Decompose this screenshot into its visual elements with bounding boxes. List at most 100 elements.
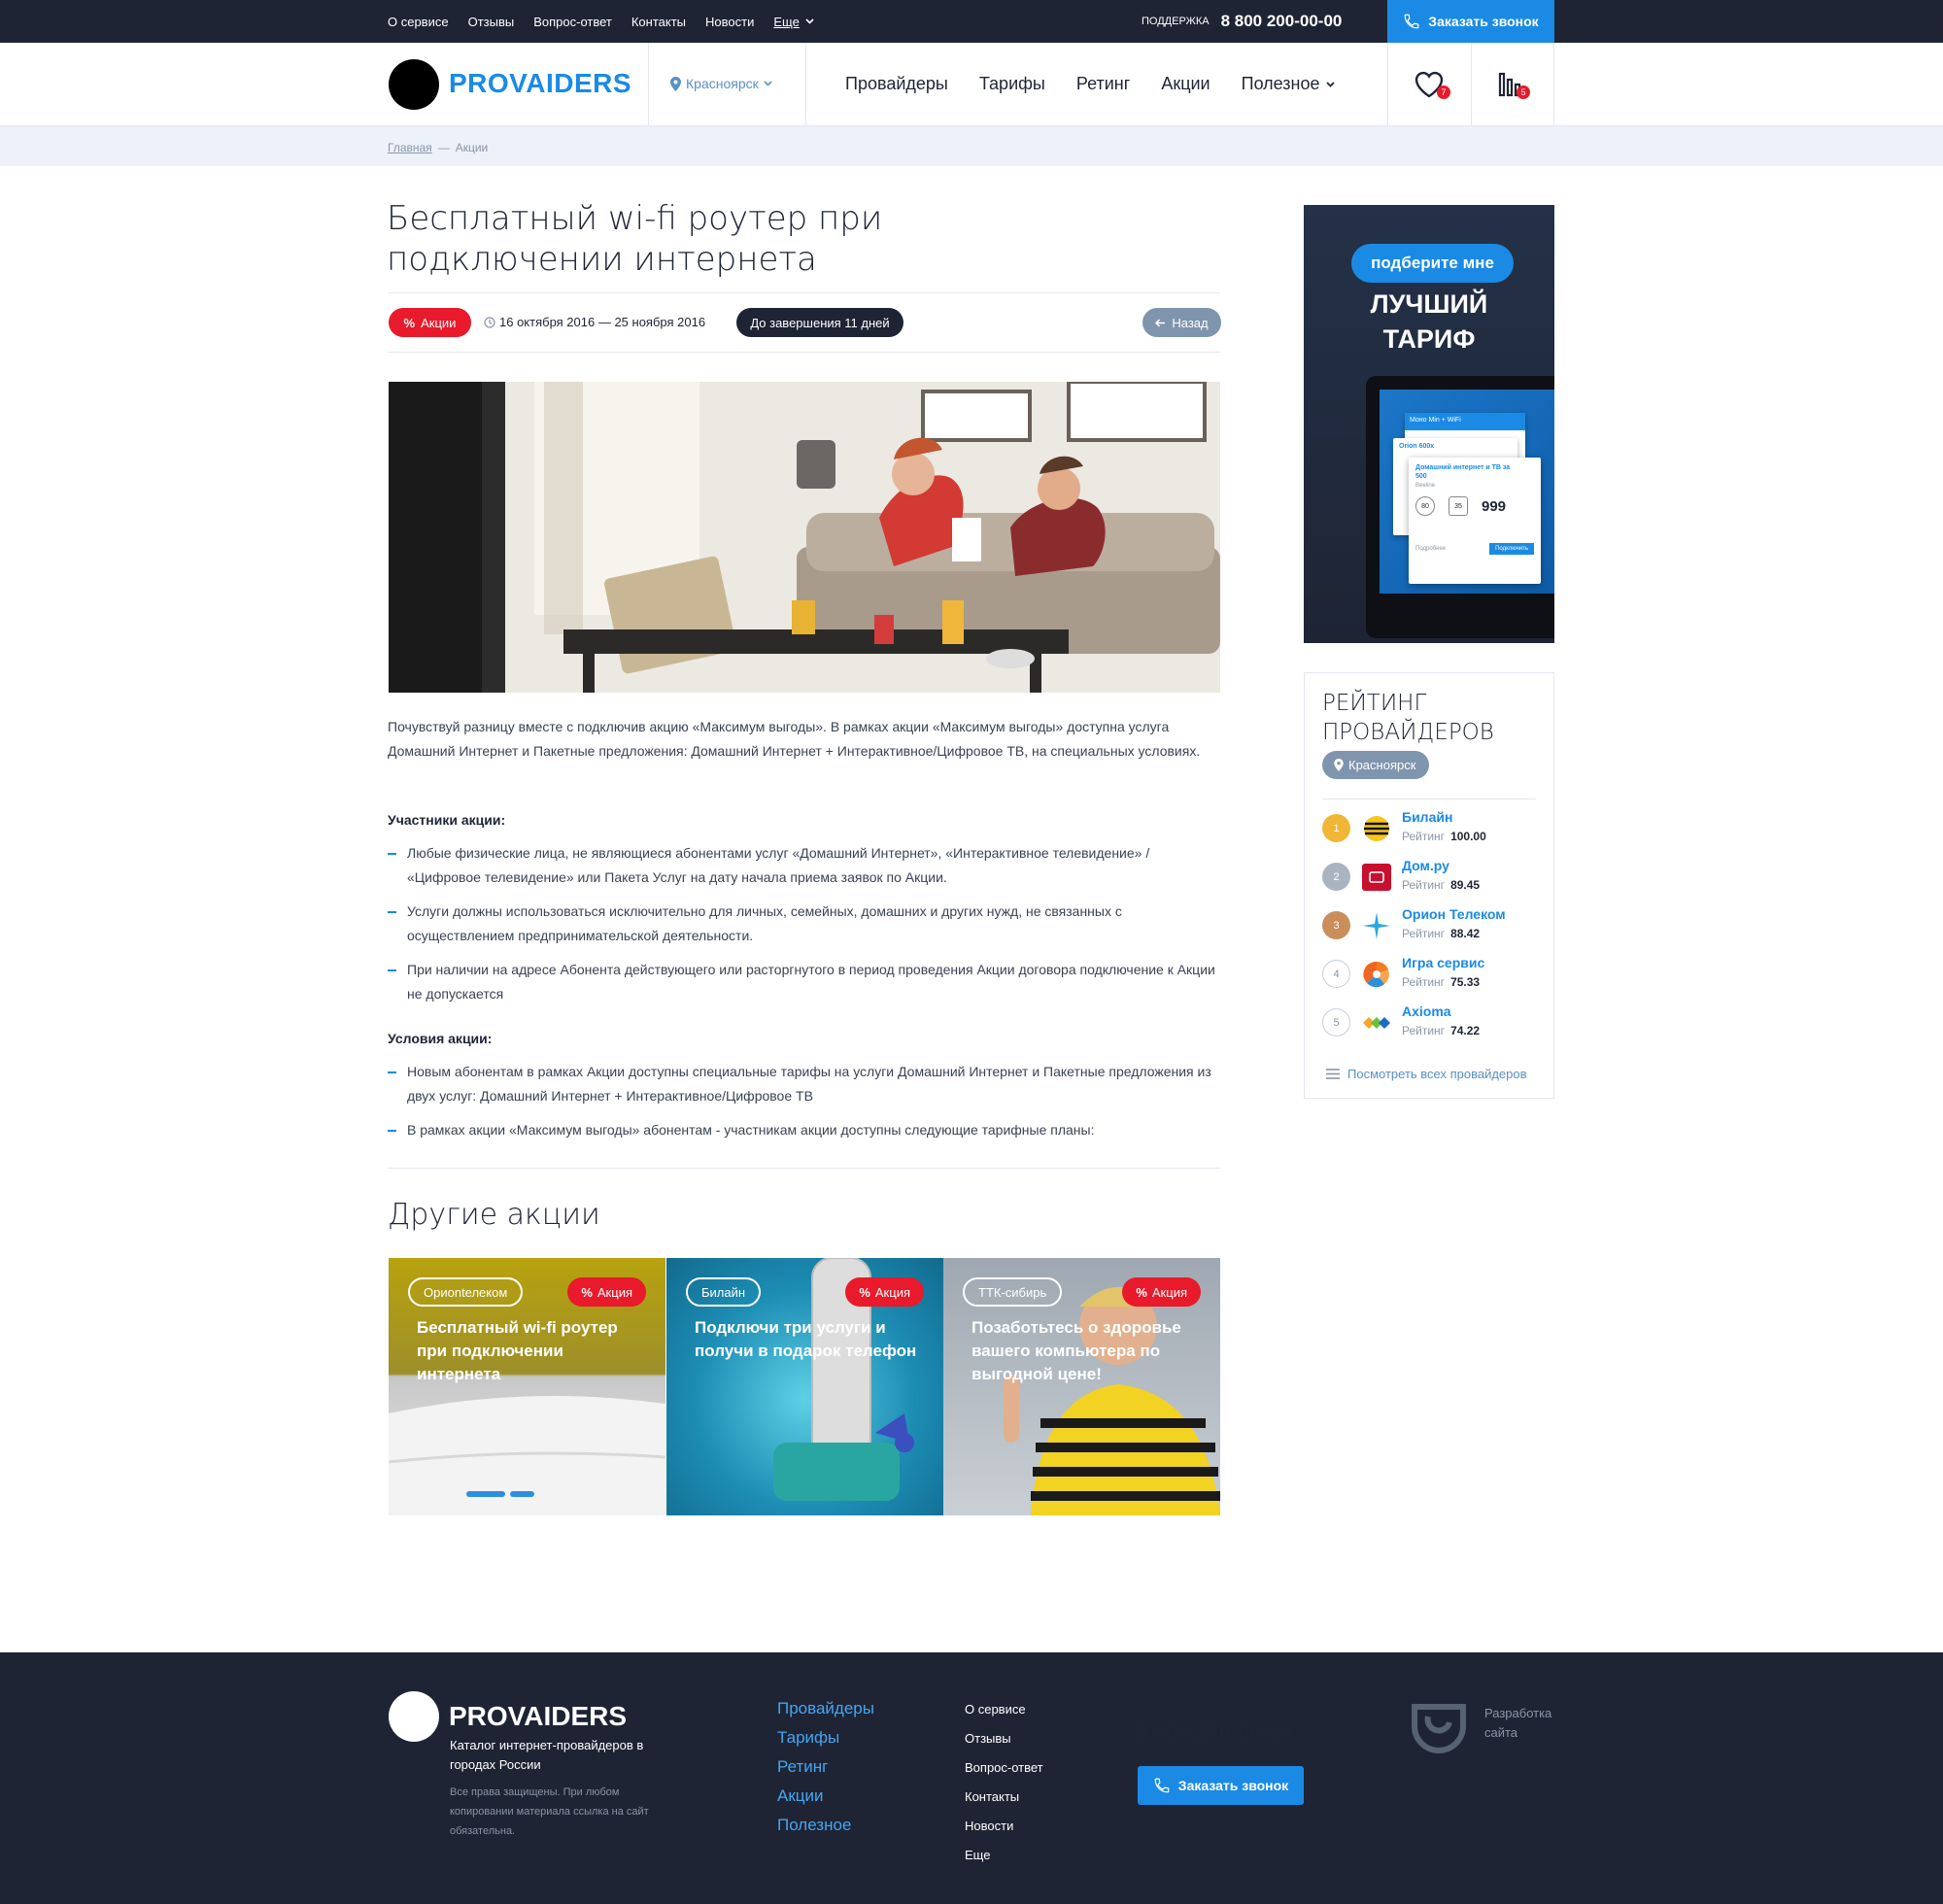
nav-promotions[interactable]: Акции	[1161, 74, 1210, 94]
logo-mark[interactable]	[389, 59, 439, 110]
percent-icon: %	[403, 315, 416, 330]
percent-icon: %	[859, 1284, 870, 1300]
domru-logo-icon	[1362, 864, 1391, 891]
footer-link-promotions[interactable]: Акции	[777, 1785, 874, 1807]
promo-card[interactable]: ТТК-сибирь % Акция Позаботьтесь о здоровь…	[943, 1258, 1220, 1515]
list-item: В рамках акции «Максимум выгоды» абонент…	[388, 1118, 1223, 1142]
rating-row[interactable]: 3 Орион Телеком Рейтинг 88.42	[1322, 903, 1536, 947]
nav-rating[interactable]: Ретинг	[1076, 74, 1130, 94]
category-tag-label: Акции	[421, 315, 457, 330]
promo-card[interactable]: Ориontелеком % Акция Бесплатный wi-fi роу…	[389, 1258, 665, 1515]
score-label: Рейтинг	[1402, 927, 1446, 940]
promo-hero-image	[389, 382, 1220, 693]
promo-card-tag: % Акция	[1122, 1277, 1201, 1307]
view-all-providers-link[interactable]: Посмотреть всех провайдеров	[1326, 1067, 1527, 1081]
promo-intro: Почувствуй разницу вместе с подключив ак…	[388, 719, 1201, 759]
provider-name[interactable]: Игра сервис	[1402, 955, 1484, 970]
laptop-mockup: Моно Min + WiFi Orion 600х Домашний инте…	[1366, 376, 1554, 638]
provider-name[interactable]: Орион Телеком	[1402, 906, 1506, 922]
promo-card-title: Бесплатный wi-fi роутер при подключении …	[417, 1318, 618, 1383]
list-item: Услуги должны использоваться исключитель…	[388, 900, 1223, 948]
rank-badge: 3	[1322, 911, 1350, 939]
provider-name[interactable]: Axioma	[1402, 1003, 1451, 1019]
banner-card-provider: Beeline	[1415, 483, 1436, 489]
nav-useful[interactable]: Полезное	[1242, 74, 1335, 94]
score-label: Рейтинг	[1402, 975, 1446, 989]
developer-logo-icon[interactable]	[1409, 1703, 1469, 1753]
top-link-news[interactable]: Новости	[705, 15, 754, 29]
rating-row[interactable]: 5 Axioma Рейтинг 74.22	[1322, 1001, 1536, 1044]
top-link-faq[interactable]: Вопрос-ответ	[533, 15, 612, 29]
rating-title-line: провайдеров	[1322, 720, 1494, 745]
breadcrumb-home[interactable]: Главная	[388, 141, 432, 154]
footer-link-reviews[interactable]: Отзывы	[965, 1730, 1043, 1747]
footer-link-faq[interactable]: Вопрос-ответ	[965, 1759, 1043, 1776]
footer-link-contacts[interactable]: Контакты	[965, 1788, 1043, 1805]
compare-button[interactable]: 5	[1497, 68, 1532, 103]
footer-link-more[interactable]: Еще	[965, 1847, 1043, 1863]
promo-card-tag: % Акция	[567, 1277, 646, 1307]
conditions-heading: Условия акции:	[388, 1031, 493, 1046]
city-selector[interactable]: Красноярск	[670, 76, 772, 91]
banner-pick-button[interactable]: подберите мне	[1351, 244, 1514, 283]
provider-score: Рейтинг 74.22	[1402, 1024, 1480, 1037]
rating-row[interactable]: 1 Билайн Рейтинг 100.00	[1322, 806, 1536, 850]
top-link-more[interactable]: Еще	[773, 15, 814, 29]
divider	[388, 1168, 1220, 1169]
banner-speed: 80	[1415, 496, 1435, 516]
rating-city-label: Красноярск	[1348, 758, 1416, 772]
back-button-label: Назад	[1172, 315, 1209, 330]
header-divider	[805, 43, 806, 126]
provider-score: Рейтинг 88.42	[1402, 927, 1480, 940]
footer-link-rating[interactable]: Ретинг	[777, 1756, 874, 1778]
promo-card-provider: Билайн	[686, 1277, 762, 1307]
footer-link-useful[interactable]: Полезное	[777, 1815, 874, 1836]
banner-price: 999	[1482, 497, 1507, 515]
rating-row[interactable]: 4 Игра сервис Рейтинг 75.33	[1322, 952, 1536, 996]
nav-providers[interactable]: Провайдеры	[845, 74, 948, 94]
promo-card[interactable]: Билайн % Акция Подключи три услуги и полу…	[666, 1258, 943, 1515]
rating-title: Рейтинг провайдеров	[1322, 689, 1494, 747]
footer-logo-mark[interactable]	[389, 1691, 439, 1742]
header-divider	[1387, 43, 1388, 126]
list-item: Любые физические лица, не являющиеся або…	[388, 841, 1223, 890]
rank-badge: 1	[1322, 814, 1350, 842]
favorites-count-badge: 7	[1437, 85, 1450, 99]
top-support: Поддержка 8 800 200-00-00	[1142, 0, 1342, 43]
footer-link-providers[interactable]: Провайдеры	[777, 1698, 874, 1719]
promo-card-tag: % Акция	[845, 1277, 924, 1307]
header-divider	[648, 43, 649, 126]
rating-city-selector[interactable]: Красноярск	[1322, 751, 1430, 779]
tariff-picker-banner[interactable]: подберите мне ЛУЧШИЙ ТАРИФ Моно Min + Wi…	[1304, 205, 1554, 643]
footer-call-button[interactable]: Заказать звонок	[1138, 1766, 1304, 1805]
breadcrumb-bar	[0, 126, 1943, 166]
back-button[interactable]: Назад	[1142, 308, 1221, 337]
nav-useful-label: Полезное	[1241, 74, 1320, 93]
banner-headline: ЛУЧШИЙ ТАРИФ	[1304, 287, 1554, 357]
footer-support-phone[interactable]: 8 800 200-00-00	[1136, 1720, 1292, 1746]
footer-link-news[interactable]: Новости	[965, 1818, 1043, 1834]
banner-card-title: Моно Min + WiFi	[1405, 413, 1525, 430]
category-tag[interactable]: % Акции	[389, 308, 471, 337]
provider-name[interactable]: Дом.ру	[1402, 858, 1449, 873]
footer-main-nav: Провайдеры Тарифы Ретинг Акции Полезное	[777, 1698, 874, 1836]
hero-illustration	[389, 382, 1220, 693]
score-value: 75.33	[1450, 975, 1481, 989]
nav-tariffs[interactable]: Тарифы	[979, 74, 1045, 94]
footer-logo-text[interactable]: PROVAIDERS	[449, 1701, 627, 1732]
provider-name[interactable]: Билайн	[1402, 809, 1452, 825]
logo-text[interactable]: PROVAIDERS	[449, 68, 631, 99]
favorites-button[interactable]: 7	[1414, 68, 1450, 103]
top-support-phone[interactable]: 8 800 200-00-00	[1221, 12, 1343, 31]
rating-row[interactable]: 2 Дом.ру Рейтинг 89.45	[1322, 855, 1536, 899]
arrow-left-icon	[1155, 318, 1166, 327]
footer-link-tariffs[interactable]: Тарифы	[777, 1727, 874, 1749]
top-link-about[interactable]: О сервисе	[388, 15, 449, 29]
developer-credit[interactable]: Разработка сайта	[1484, 1704, 1562, 1743]
phone-icon	[1154, 1778, 1170, 1793]
banner-headline-line: ТАРИФ	[1382, 324, 1476, 354]
footer-link-about[interactable]: О сервисе	[965, 1701, 1043, 1717]
top-link-contacts[interactable]: Контакты	[631, 15, 686, 29]
top-link-reviews[interactable]: Отзывы	[468, 15, 515, 29]
top-call-button[interactable]: Заказать звонок	[1387, 0, 1554, 43]
